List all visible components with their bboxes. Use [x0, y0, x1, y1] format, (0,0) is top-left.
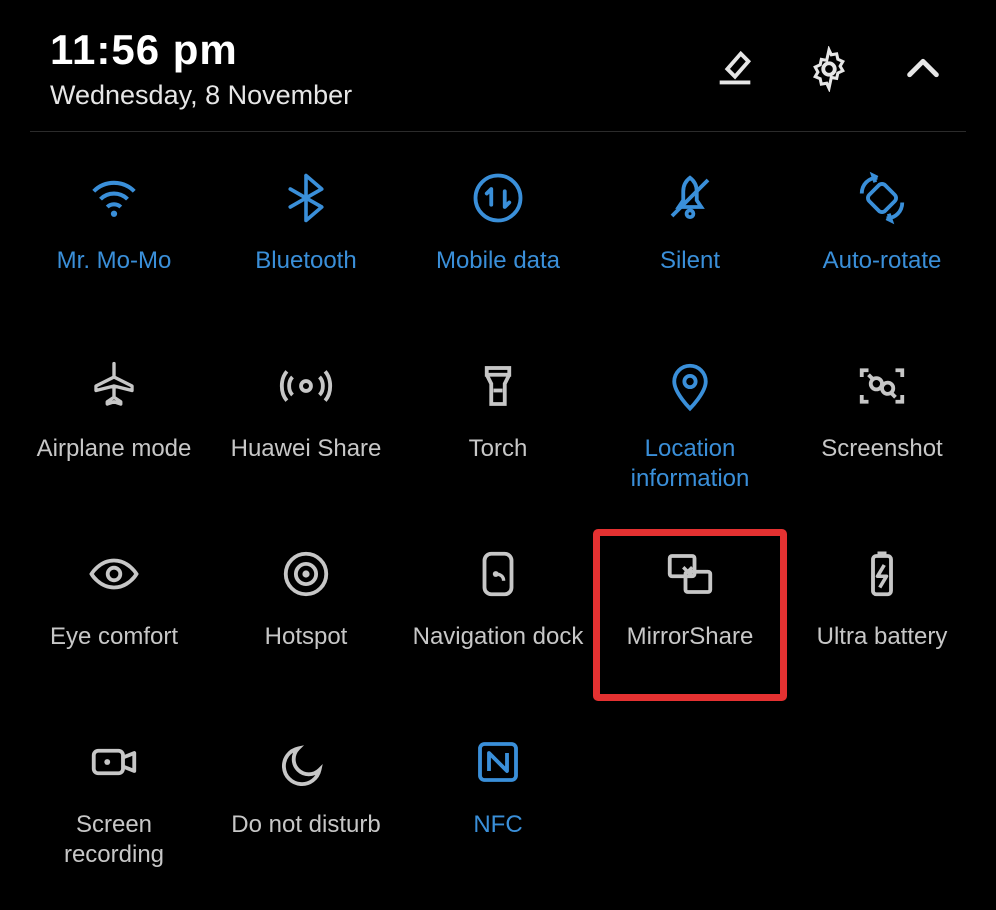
collapse-chevron-icon[interactable]	[900, 46, 946, 92]
mobile-data-icon	[468, 168, 528, 228]
screenshot-label: Screenshot	[821, 434, 942, 464]
torch-label: Torch	[469, 434, 528, 464]
location-label: Location information	[600, 434, 780, 494]
auto-rotate-label: Auto-rotate	[823, 246, 942, 276]
screen-recording-label: Screen recording	[24, 810, 204, 870]
silent-tile[interactable]: Silent	[594, 154, 786, 324]
huawei-share-tile[interactable]: Huawei Share	[210, 342, 402, 512]
do-not-disturb-label: Do not disturb	[231, 810, 380, 840]
wifi-tile[interactable]: Mr. Mo-Mo	[18, 154, 210, 324]
torch-icon	[468, 356, 528, 416]
nfc-tile[interactable]: NFC	[402, 718, 594, 888]
video-camera-icon	[84, 732, 144, 792]
wifi-label: Mr. Mo-Mo	[57, 246, 172, 276]
huawei-share-label: Huawei Share	[231, 434, 382, 464]
hotspot-tile[interactable]: Hotspot	[210, 530, 402, 700]
auto-rotate-icon	[852, 168, 912, 228]
screenshot-tile[interactable]: Screenshot	[786, 342, 978, 512]
current-date: Wednesday, 8 November	[50, 80, 352, 111]
huawei-share-icon	[276, 356, 336, 416]
location-tile[interactable]: Location information	[594, 342, 786, 512]
battery-icon	[852, 544, 912, 604]
navigation-dock-icon	[468, 544, 528, 604]
bluetooth-tile[interactable]: Bluetooth	[210, 154, 402, 324]
quick-settings-grid: Mr. Mo-Mo Bluetooth Mobile data Silent A…	[0, 154, 996, 888]
edit-icon[interactable]	[712, 46, 758, 92]
navigation-dock-tile[interactable]: Navigation dock	[402, 530, 594, 700]
airplane-icon	[84, 356, 144, 416]
mirrorshare-tile[interactable]: MirrorShare	[594, 530, 786, 700]
hotspot-icon	[276, 544, 336, 604]
nfc-icon	[468, 732, 528, 792]
clock-time: 11:56 pm	[50, 26, 352, 74]
auto-rotate-tile[interactable]: Auto-rotate	[786, 154, 978, 324]
mirrorshare-label: MirrorShare	[627, 622, 754, 652]
silent-icon	[660, 168, 720, 228]
settings-gear-icon[interactable]	[806, 46, 852, 92]
nfc-label: NFC	[473, 810, 522, 840]
wifi-icon	[84, 168, 144, 228]
ultra-battery-tile[interactable]: Ultra battery	[786, 530, 978, 700]
mobile-data-label: Mobile data	[436, 246, 560, 276]
eye-icon	[84, 544, 144, 604]
torch-tile[interactable]: Torch	[402, 342, 594, 512]
do-not-disturb-tile[interactable]: Do not disturb	[210, 718, 402, 888]
hotspot-label: Hotspot	[265, 622, 348, 652]
screen-recording-tile[interactable]: Screen recording	[18, 718, 210, 888]
bluetooth-icon	[276, 168, 336, 228]
ultra-battery-label: Ultra battery	[817, 622, 948, 652]
navigation-dock-label: Navigation dock	[413, 622, 584, 652]
airplane-mode-label: Airplane mode	[37, 434, 192, 464]
mirrorshare-icon	[660, 544, 720, 604]
airplane-mode-tile[interactable]: Airplane mode	[18, 342, 210, 512]
eye-comfort-label: Eye comfort	[50, 622, 178, 652]
bluetooth-label: Bluetooth	[255, 246, 356, 276]
eye-comfort-tile[interactable]: Eye comfort	[18, 530, 210, 700]
mobile-data-tile[interactable]: Mobile data	[402, 154, 594, 324]
silent-label: Silent	[660, 246, 720, 276]
screenshot-icon	[852, 356, 912, 416]
moon-icon	[276, 732, 336, 792]
header-divider	[30, 131, 966, 132]
notification-header: 11:56 pm Wednesday, 8 November	[0, 0, 996, 131]
location-icon	[660, 356, 720, 416]
